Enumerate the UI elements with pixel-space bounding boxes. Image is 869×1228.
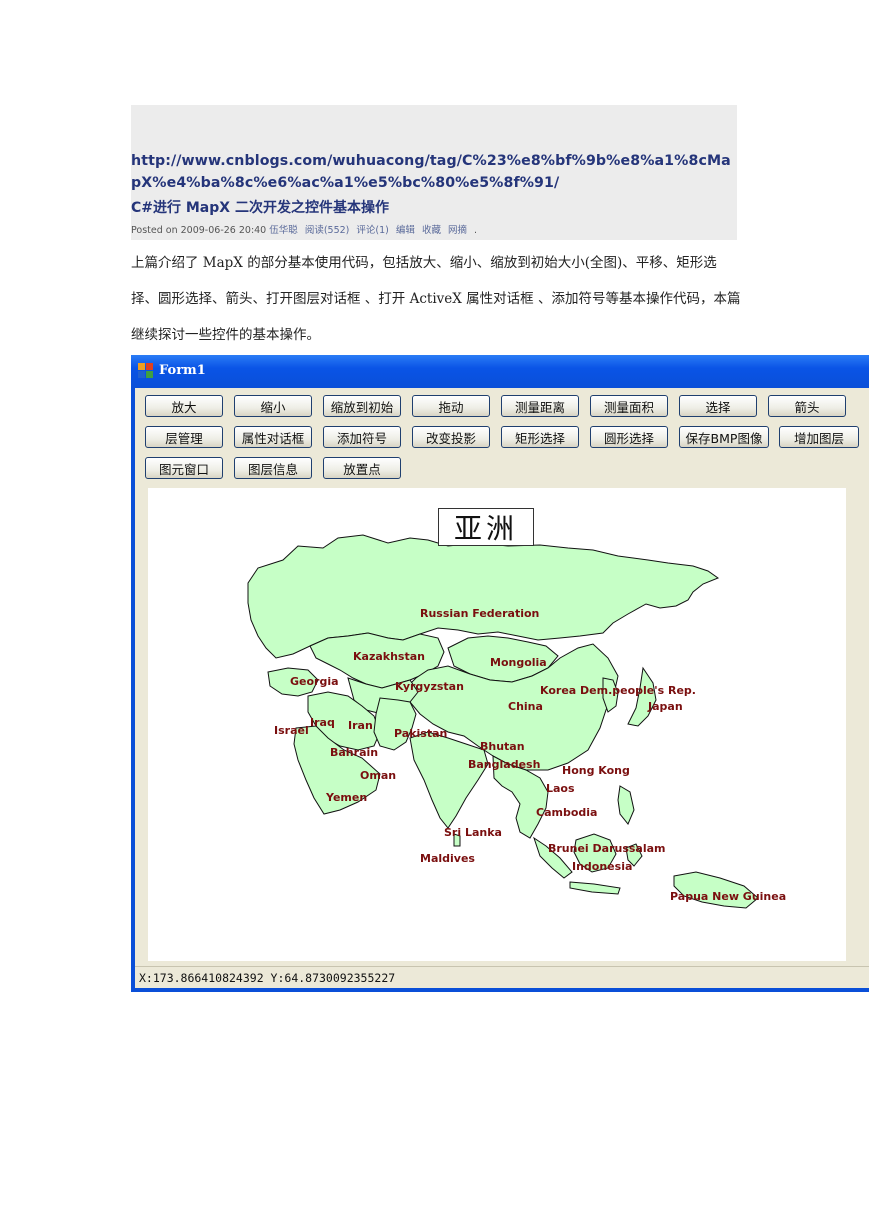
map-title: 亚洲 xyxy=(438,508,534,546)
rect-select-button[interactable]: 矩形选择 xyxy=(501,426,579,448)
post-fav-link[interactable]: 收藏 xyxy=(422,225,441,236)
layer-info-button[interactable]: 图层信息 xyxy=(234,457,312,479)
map-control[interactable]: Russian Federation Kazakhstan Mongolia Geor… xyxy=(148,488,846,961)
map-label-brunei-darussalam: Brunei Darussalam xyxy=(548,842,666,855)
map-label-bhutan: Bhutan xyxy=(480,740,525,753)
map-label-maldives: Maldives xyxy=(420,852,475,865)
post-comments-link[interactable]: 评论(1) xyxy=(356,225,388,236)
land-india xyxy=(409,731,489,829)
map-label-china: China xyxy=(508,700,543,713)
window-title: Form1 xyxy=(159,363,206,378)
asia-map[interactable]: Russian Federation Kazakhstan Mongolia Geor… xyxy=(148,488,846,961)
map-label-mongolia: Mongolia xyxy=(490,656,547,669)
form-client-area: 放大 缩小 缩放到初始 拖动 测量距离 测量面积 选择 箭头 层管理 属性对话框… xyxy=(135,388,869,988)
place-point-button[interactable]: 放置点 xyxy=(323,457,401,479)
map-label-iran: Iran xyxy=(348,719,373,732)
circle-select-button[interactable]: 圆形选择 xyxy=(590,426,668,448)
map-label-oman: Oman xyxy=(360,769,396,782)
land-java xyxy=(569,881,621,895)
post-pick-link[interactable]: 网摘 xyxy=(448,225,467,236)
land-japan xyxy=(627,666,657,727)
map-label-papua-new-guinea: Papua New Guinea xyxy=(670,890,786,903)
zoom-in-button[interactable]: 放大 xyxy=(145,395,223,417)
map-label-iraq: Iraq xyxy=(310,716,335,729)
app-icon xyxy=(138,363,153,378)
map-label-russian-federation: Russian Federation xyxy=(420,607,539,620)
post-meta: Posted on 2009-06-26 20:40 伍华聪 阅读(552) 评… xyxy=(131,222,477,236)
zoom-out-button[interactable]: 缩小 xyxy=(234,395,312,417)
post-author-link[interactable]: 伍华聪 xyxy=(269,225,298,236)
arrow-button[interactable]: 箭头 xyxy=(768,395,846,417)
map-label-bangladesh: Bangladesh xyxy=(468,758,540,771)
post-date: Posted on 2009-06-26 20:40 xyxy=(131,225,267,236)
post-meta-end: . xyxy=(474,225,478,236)
measure-distance-button[interactable]: 测量距离 xyxy=(501,395,579,417)
map-label-pakistan: Pakistan xyxy=(394,727,447,740)
zoom-to-initial-button[interactable]: 缩放到初始 xyxy=(323,395,401,417)
intro-paragraph: 上篇介绍了 MapX 的部分基本使用代码，包括放大、缩小、缩放到初始大小(全图)… xyxy=(131,255,741,343)
map-label-japan: Japan xyxy=(647,700,683,713)
map-label-korea-dem-people-s-rep: Korea Dem.people's Rep. xyxy=(540,684,696,697)
land-philippines xyxy=(617,785,635,825)
post-title[interactable]: C#进行 MapX 二次开发之控件基本操作 xyxy=(131,197,389,217)
pan-button[interactable]: 拖动 xyxy=(412,395,490,417)
map-label-israel: Israel xyxy=(274,724,309,737)
map-label-indonesia: Indonesia xyxy=(572,860,632,873)
map-label-georgia: Georgia xyxy=(290,675,339,688)
map-label-sri-lanka: Sri Lanka xyxy=(444,826,502,839)
measure-area-button[interactable]: 测量面积 xyxy=(590,395,668,417)
change-projection-button[interactable]: 改变投影 xyxy=(412,426,490,448)
window-titlebar[interactable]: Form1 xyxy=(131,355,869,388)
map-label-kazakhstan: Kazakhstan xyxy=(353,650,425,663)
select-button[interactable]: 选择 xyxy=(679,395,757,417)
map-label-cambodia: Cambodia xyxy=(536,806,597,819)
map-label-hong-kong: Hong Kong xyxy=(562,764,630,777)
map-label-bahrain: Bahrain xyxy=(330,746,378,759)
add-symbol-button[interactable]: 添加符号 xyxy=(323,426,401,448)
post-url-link[interactable]: http://www.cnblogs.com/wuhuacong/tag/C%2… xyxy=(131,150,741,194)
feature-window-button[interactable]: 图元窗口 xyxy=(145,457,223,479)
map-label-laos: Laos xyxy=(546,782,575,795)
add-layer-button[interactable]: 增加图层 xyxy=(779,426,859,448)
property-dialog-button[interactable]: 属性对话框 xyxy=(234,426,312,448)
map-label-kyrgyzstan: Kyrgyzstan xyxy=(395,680,464,693)
layer-manage-button[interactable]: 层管理 xyxy=(145,426,223,448)
land-pakistan xyxy=(373,697,417,751)
status-bar: X:173.866410824392 Y:64.8730092355227 xyxy=(135,966,869,988)
post-reads-link[interactable]: 阅读(552) xyxy=(305,225,350,236)
post-edit-link[interactable]: 编辑 xyxy=(396,225,415,236)
map-label-yemen: Yemen xyxy=(325,791,367,804)
form-window: Form1 放大 缩小 缩放到初始 拖动 测量距离 测量面积 选择 箭头 层管理… xyxy=(131,355,869,992)
save-bmp-button[interactable]: 保存BMP图像 xyxy=(679,426,769,448)
